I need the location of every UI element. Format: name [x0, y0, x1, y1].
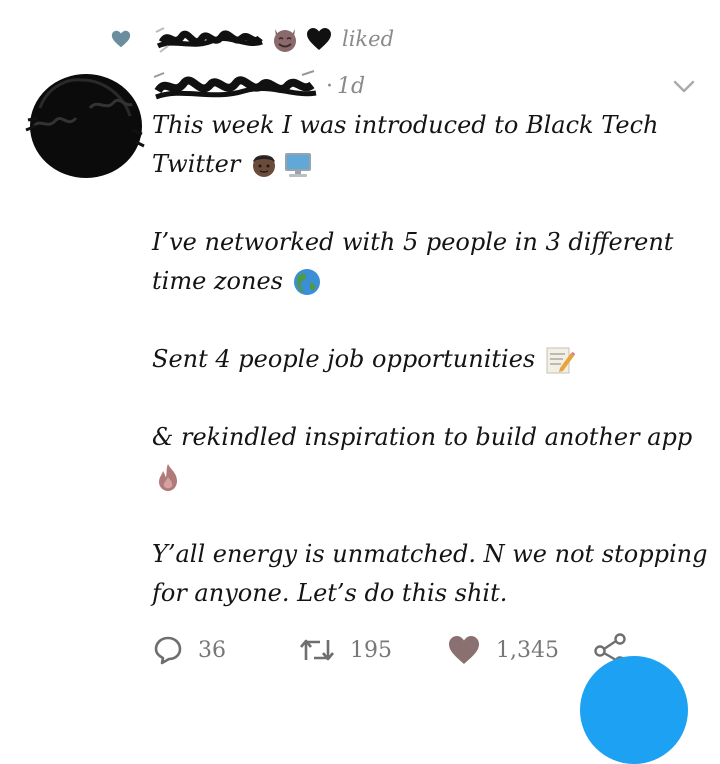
like-button[interactable]: 1,345 — [446, 628, 559, 672]
social-context: liked — [110, 22, 394, 56]
tweet-line-3: I’ve networked with 5 people in 3 differ… — [152, 228, 674, 256]
black-heart-emoji — [307, 28, 331, 50]
reply-button[interactable]: 36 — [152, 628, 226, 672]
man-dark-skin-emoji — [248, 149, 280, 181]
separator-dot: · — [326, 73, 333, 99]
reply-icon — [154, 636, 182, 665]
tweet-header: · 1d — [152, 66, 365, 106]
avatar[interactable] — [20, 68, 146, 180]
tweet-line-1: This week I was introduced to Black Tech — [152, 111, 659, 139]
like-count: 1,345 — [496, 637, 559, 663]
heart-icon — [111, 30, 131, 48]
compose-fab-button[interactable] — [580, 656, 688, 764]
retweet-icon — [300, 639, 334, 661]
timestamp: 1d — [337, 73, 366, 99]
reply-count: 36 — [198, 637, 226, 663]
globe-americas-emoji — [291, 266, 323, 298]
redacted-author-name[interactable] — [152, 67, 320, 105]
tweet-line-6: & rekindled inspiration to build another… — [152, 423, 693, 451]
liked-label: liked — [342, 27, 395, 51]
retweet-button[interactable]: 195 — [298, 628, 392, 672]
tweet-line-4: time zones — [152, 262, 712, 301]
chevron-down-icon[interactable] — [670, 76, 698, 96]
desktop-computer-emoji — [282, 149, 314, 181]
tweet-line-5: Sent 4 people job opportunities — [152, 340, 712, 379]
memo-emoji — [543, 344, 576, 376]
tweet-line-7: Y’all energy is unmatched. N we not stop… — [152, 540, 708, 568]
fire-emoji — [152, 461, 184, 493]
devil-smile-emoji — [274, 29, 296, 52]
heart-icon — [449, 636, 479, 664]
tweet-line-8: for anyone. Let’s do this shit. — [152, 579, 508, 607]
retweet-count: 195 — [350, 637, 392, 663]
tweet-line-fire — [152, 457, 712, 496]
redacted-liker-name[interactable] — [154, 24, 266, 54]
tweet-line-2: Twitter — [152, 145, 712, 184]
tweet-text: This week I was introduced to Black Tech… — [152, 106, 712, 613]
